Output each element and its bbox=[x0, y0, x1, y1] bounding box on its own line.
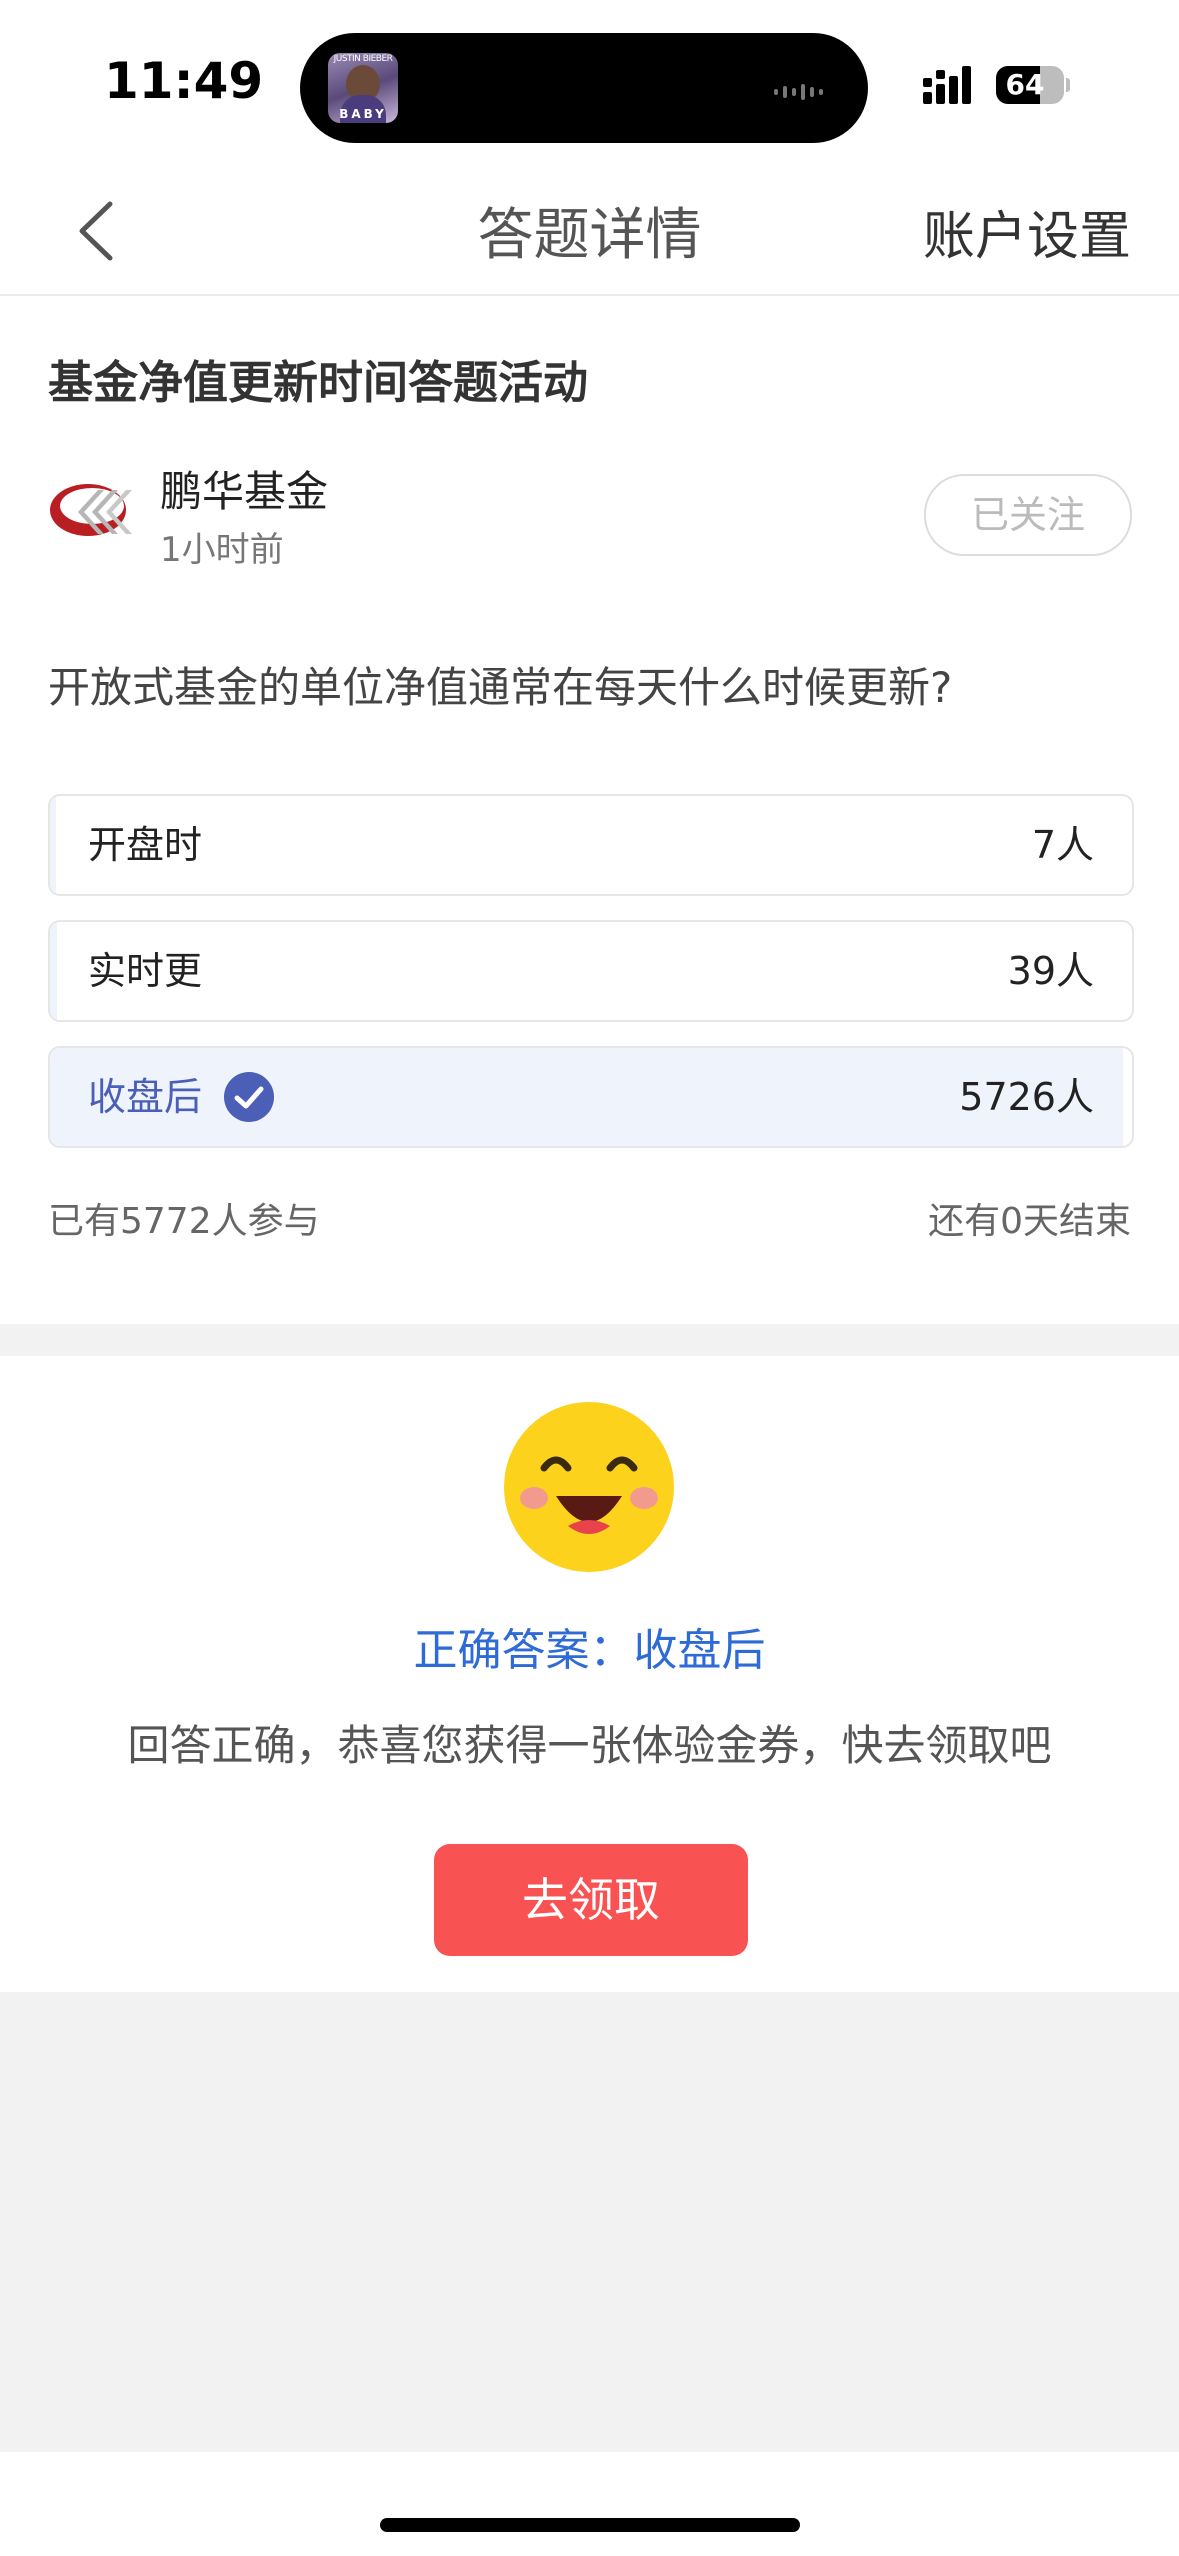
time-remaining: 还有0天结束 bbox=[928, 1201, 1131, 1242]
album-title-text: BABY bbox=[339, 107, 387, 121]
correct-answer: 正确答案：收盘后 bbox=[413, 1625, 766, 1676]
option-count: 7人 bbox=[1031, 823, 1094, 867]
nav-bar: 答题详情 账户设置 bbox=[0, 170, 1179, 296]
option-count: 5726人 bbox=[959, 1075, 1094, 1119]
publisher-logo[interactable] bbox=[48, 474, 134, 544]
follow-button[interactable]: 已关注 bbox=[924, 474, 1132, 556]
battery-icon: 64 bbox=[996, 66, 1070, 104]
smiley-face-icon bbox=[504, 1402, 674, 1572]
audio-wave-icon bbox=[774, 81, 844, 100]
status-bar: 11:49 JUSTIN BIEBER BABY 64 bbox=[0, 0, 1179, 170]
activity-title: 基金净值更新时间答题活动 bbox=[48, 356, 589, 409]
account-settings-link[interactable]: 账户设置 bbox=[923, 194, 1131, 269]
album-artist-text: JUSTIN BIEBER bbox=[333, 54, 393, 64]
option-label: 实时更 bbox=[88, 949, 203, 993]
option-row-correct[interactable]: 收盘后 5726人 bbox=[48, 1046, 1134, 1148]
check-icon bbox=[224, 1072, 274, 1122]
option-fill-bar bbox=[50, 922, 58, 1020]
post-time: 1小时前 bbox=[160, 530, 284, 570]
option-label: 开盘时 bbox=[88, 823, 203, 867]
question-text: 开放式基金的单位净值通常在每天什么时候更新? bbox=[48, 663, 953, 712]
bottom-safe-area bbox=[0, 2452, 1179, 2556]
battery-percent: 64 bbox=[1005, 68, 1045, 101]
publisher-name[interactable]: 鹏华基金 bbox=[160, 458, 328, 519]
option-label: 收盘后 bbox=[88, 1075, 203, 1119]
option-row[interactable]: 开盘时 7人 bbox=[48, 794, 1134, 896]
dynamic-island[interactable]: JUSTIN BIEBER BABY bbox=[300, 33, 868, 143]
claim-button[interactable]: 去领取 bbox=[434, 1844, 748, 1956]
congrats-message: 回答正确，恭喜您获得一张体验金券，快去领取吧 bbox=[127, 1721, 1052, 1770]
option-fill-bar bbox=[50, 796, 57, 894]
cellular-signal-icon bbox=[923, 64, 981, 106]
album-art: JUSTIN BIEBER BABY bbox=[328, 53, 398, 123]
result-card: 正确答案：收盘后 回答正确，恭喜您获得一张体验金券，快去领取吧 去领取 bbox=[0, 1356, 1179, 1992]
option-row[interactable]: 实时更 39人 bbox=[48, 920, 1134, 1022]
home-indicator[interactable] bbox=[380, 2518, 800, 2532]
option-count: 39人 bbox=[1007, 949, 1094, 993]
status-time: 11:49 bbox=[104, 52, 264, 110]
participant-count: 已有5772人参与 bbox=[48, 1201, 320, 1242]
quiz-card: 基金净值更新时间答题活动 鹏华基金 1小时前 已关注 开放式基金的单位净值通常在… bbox=[0, 296, 1179, 1324]
